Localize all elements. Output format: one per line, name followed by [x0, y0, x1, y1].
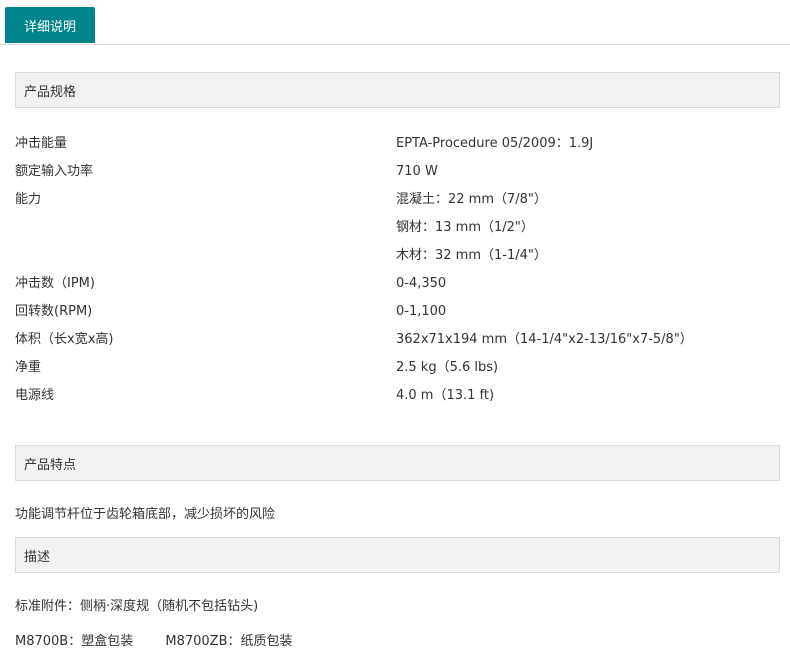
spec-label: 体积（长x宽x高) — [15, 332, 114, 347]
spec-row: 额定输入功率 710 W — [0, 158, 790, 186]
spec-row: 回转数(RPM) 0-1,100 — [0, 298, 790, 326]
spec-value: EPTA-Procedure 05/2009：1.9J — [396, 136, 594, 151]
spec-value: 4.0 m（13.1 ft) — [396, 388, 495, 403]
spec-label: 能力 — [15, 192, 42, 207]
spec-row: 木材：32 mm（1-1/4"） — [0, 242, 790, 270]
spec-label: 电源线 — [15, 388, 55, 403]
spec-row: 冲击能量 EPTA-Procedure 05/2009：1.9J — [0, 130, 790, 158]
spec-label: 额定输入功率 — [15, 164, 94, 179]
spec-row: 体积（长x宽x高) 362x71x194 mm（14-1/4"x2-13/16"… — [0, 326, 790, 354]
tab-details[interactable]: 详细说明 — [5, 7, 95, 43]
packaging-item: M8700B：塑盒包装 — [15, 634, 134, 649]
tab-bar: 详细说明 — [0, 0, 790, 45]
spec-row: 冲击数（IPM) 0-4,350 — [0, 270, 790, 298]
spec-row: 电源线 4.0 m（13.1 ft) — [0, 382, 790, 410]
spec-value: 710 W — [396, 164, 438, 179]
spec-label: 净重 — [15, 360, 42, 375]
spec-label: 回转数(RPM) — [15, 304, 93, 319]
packaging-line: M8700B：塑盒包装 M8700ZB：纸质包装 — [15, 632, 321, 652]
spec-value: 钢材：13 mm（1/2"） — [396, 220, 534, 235]
spec-row: 钢材：13 mm（1/2"） — [0, 214, 790, 242]
spec-label: 冲击能量 — [15, 136, 68, 151]
description-section-header: 描述 — [15, 537, 780, 573]
spec-label: 冲击数（IPM) — [15, 276, 95, 291]
spec-value: 混凝土：22 mm（7/8"） — [396, 192, 547, 207]
spec-row: 净重 2.5 kg（5.6 lbs) — [0, 354, 790, 382]
specs-section-header: 产品规格 — [15, 72, 780, 108]
features-section-header: 产品特点 — [15, 445, 780, 481]
spec-row: 能力 混凝土：22 mm（7/8"） — [0, 186, 790, 214]
packaging-item: M8700ZB：纸质包装 — [165, 634, 293, 649]
spec-value: 0-4,350 — [396, 276, 447, 291]
spec-value: 362x71x194 mm（14-1/4"x2-13/16"x7-5/8"） — [396, 332, 693, 347]
spec-value: 0-1,100 — [396, 304, 447, 319]
accessories-text: 标准附件：侧柄·深度规（随机不包括钻头) — [15, 599, 259, 614]
feature-text: 功能调节杆位于齿轮箱底部，减少损坏的风险 — [15, 507, 276, 522]
spec-value: 木材：32 mm（1-1/4"） — [396, 248, 547, 263]
spec-value: 2.5 kg（5.6 lbs) — [396, 360, 499, 375]
